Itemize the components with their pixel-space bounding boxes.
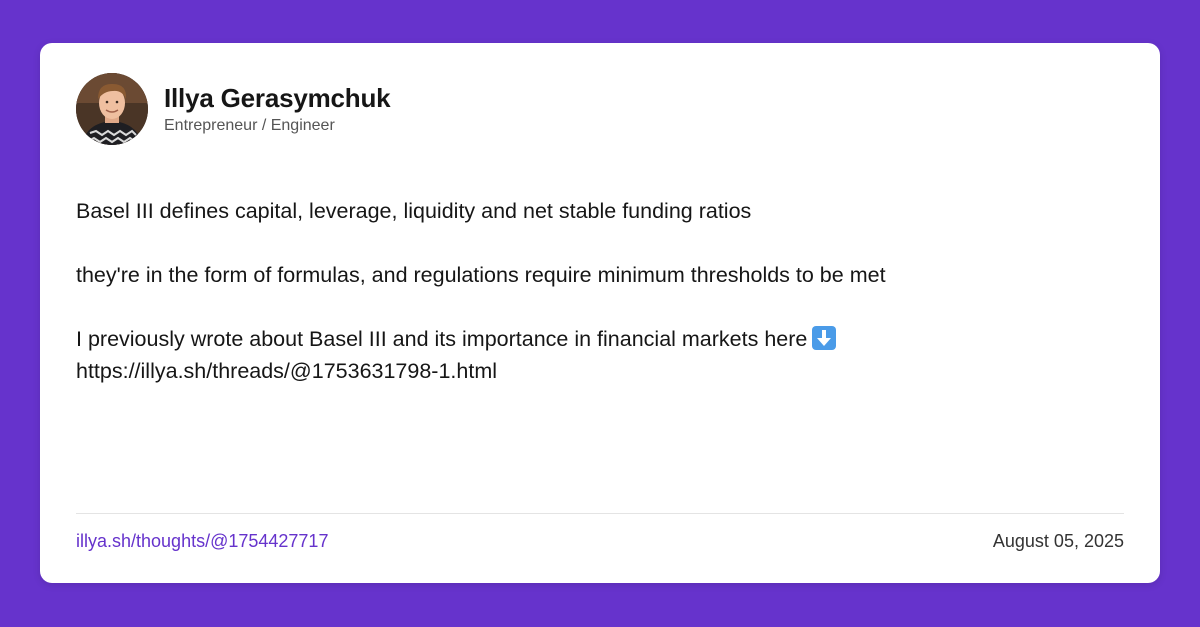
post-paragraph-2: they're in the form of formulas, and reg… xyxy=(76,263,886,287)
post-header: Illya Gerasymchuk Entrepreneur / Enginee… xyxy=(76,73,391,145)
footer-divider xyxy=(76,513,1124,514)
post-paragraph-3-text: I previously wrote about Basel III and i… xyxy=(76,327,808,351)
down-arrow-icon xyxy=(812,326,837,350)
author-name[interactable]: Illya Gerasymchuk xyxy=(164,83,391,113)
post-body: Basel III defines capital, leverage, liq… xyxy=(76,195,1126,387)
post-date: August 05, 2025 xyxy=(992,531,1124,551)
thread-url-link[interactable]: https://illya.sh/threads/@1753631798-1.h… xyxy=(76,359,497,383)
post-paragraph-3: I previously wrote about Basel III and i… xyxy=(76,323,1126,387)
author-info: Illya Gerasymchuk Entrepreneur / Enginee… xyxy=(164,83,391,136)
author-title: Entrepreneur / Engineer xyxy=(164,116,335,134)
post-paragraph-1: Basel III defines capital, leverage, liq… xyxy=(76,199,752,223)
post-card: Illya Gerasymchuk Entrepreneur / Enginee… xyxy=(40,43,1160,583)
permalink[interactable]: illya.sh/thoughts/@1754427717 xyxy=(76,530,328,552)
avatar[interactable] xyxy=(76,73,148,145)
